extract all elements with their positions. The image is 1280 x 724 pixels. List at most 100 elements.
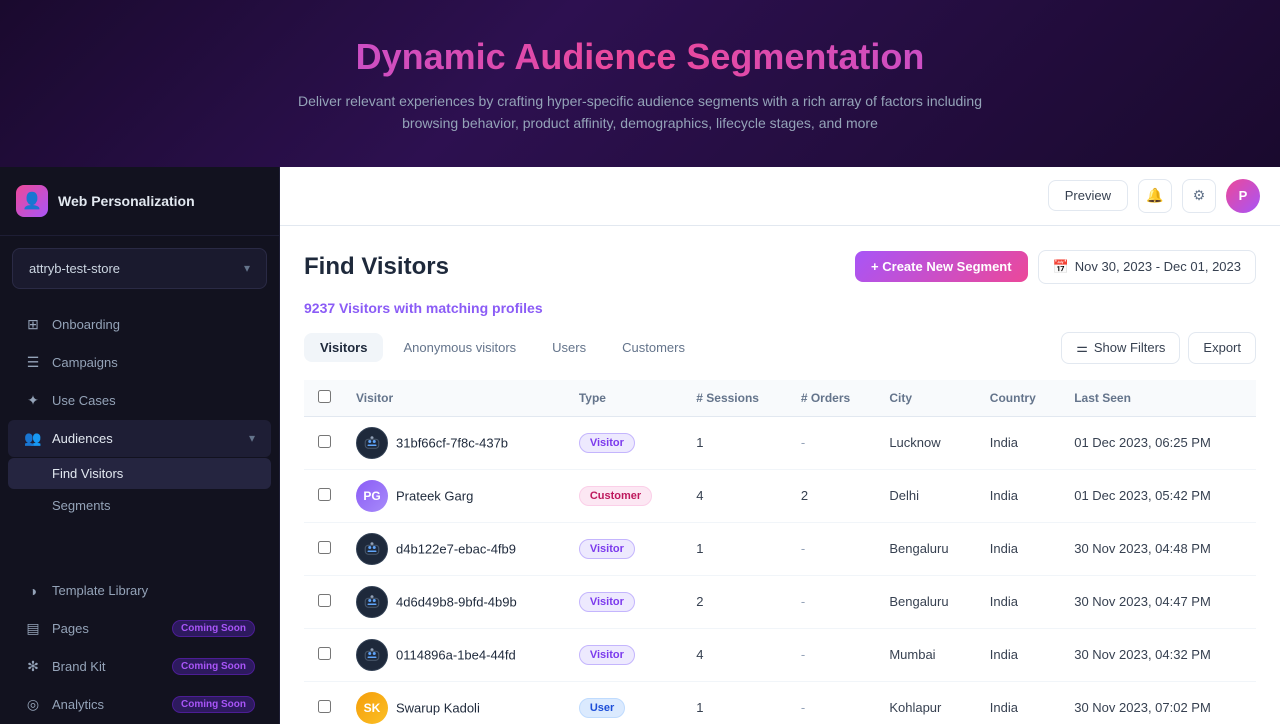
sidebar-item-brand-kit[interactable]: ✻ Brand Kit Coming Soon [8, 648, 271, 685]
template-icon: ◑ [24, 583, 42, 599]
type-cell: Visitor [567, 416, 684, 469]
sidebar-item-use-cases[interactable]: ✦ Use Cases [8, 382, 271, 419]
avatar[interactable]: P [1226, 179, 1260, 213]
sidebar-item-campaigns[interactable]: ☰ Campaigns [8, 344, 271, 381]
country-cell: India [978, 416, 1062, 469]
tabs-bar: Visitors Anonymous visitors Users Custom… [304, 332, 1256, 364]
visitor-avatar [356, 639, 388, 671]
date-range-label: Nov 30, 2023 - Dec 01, 2023 [1075, 259, 1241, 274]
row-checkbox[interactable] [318, 488, 331, 501]
tab-anonymous[interactable]: Anonymous visitors [387, 333, 532, 362]
main-content: Preview 🔔 ⚙ P Find Visitors + Create New… [280, 167, 1280, 724]
orders-header: # Orders [789, 380, 877, 417]
chevron-down-icon: ▾ [244, 261, 250, 275]
show-filters-label: Show Filters [1094, 340, 1166, 355]
row-checkbox[interactable] [318, 594, 331, 607]
last-seen-cell: 30 Nov 2023, 04:48 PM [1062, 522, 1256, 575]
sessions-cell: 1 [684, 416, 789, 469]
city-cell: Kohlapur [877, 681, 977, 724]
last-seen-cell: 01 Dec 2023, 06:25 PM [1062, 416, 1256, 469]
table-row: PGPrateek GargCustomer42DelhiIndia01 Dec… [304, 469, 1256, 522]
orders-cell: - [789, 416, 877, 469]
sidebar-brand: 👤 Web Personalization [0, 167, 279, 236]
tab-visitors[interactable]: Visitors [304, 333, 383, 362]
row-checkbox[interactable] [318, 647, 331, 660]
last-seen-cell: 30 Nov 2023, 07:02 PM [1062, 681, 1256, 724]
hero-subtitle: Deliver relevant experiences by crafting… [290, 90, 990, 135]
orders-cell: - [789, 681, 877, 724]
hero-section: Dynamic Audience Segmentation Deliver re… [0, 0, 1280, 167]
filter-icon: ⚌ [1076, 340, 1088, 356]
type-badge: Visitor [579, 645, 635, 665]
row-checkbox-cell [304, 628, 344, 681]
table-row: 0114896a-1be4-44fdVisitor4-MumbaiIndia30… [304, 628, 1256, 681]
sidebar-item-label: Analytics [52, 697, 104, 712]
type-header: Type [567, 380, 684, 417]
visitor-name: 4d6d49b8-9bfd-4b9b [396, 594, 517, 609]
pages-badge: Coming Soon [172, 620, 255, 637]
visitor-cell: SKSwarup Kadoli [344, 681, 567, 724]
sidebar-item-pages[interactable]: ▤ Pages Coming Soon [8, 610, 271, 647]
visitor-name: d4b122e7-ebac-4fb9 [396, 541, 516, 556]
last-seen-cell: 30 Nov 2023, 04:47 PM [1062, 575, 1256, 628]
tab-customers[interactable]: Customers [606, 333, 701, 362]
last-seen-cell: 30 Nov 2023, 04:32 PM [1062, 628, 1256, 681]
sidebar-item-find-visitors[interactable]: Find Visitors [8, 458, 271, 489]
store-selector[interactable]: attryb-test-store ▾ [12, 248, 267, 289]
row-checkbox[interactable] [318, 700, 331, 713]
page-content: Find Visitors + Create New Segment 📅 Nov… [280, 226, 1280, 724]
visitor-cell: PGPrateek Garg [344, 469, 567, 522]
sidebar-item-analytics[interactable]: ◎ Analytics Coming Soon [8, 686, 271, 723]
app-container: 👤 Web Personalization attryb-test-store … [0, 167, 1280, 724]
sessions-cell: 1 [684, 681, 789, 724]
date-range-button[interactable]: 📅 Nov 30, 2023 - Dec 01, 2023 [1038, 250, 1256, 284]
sidebar-item-template-library[interactable]: ◑ Template Library [8, 573, 271, 609]
select-all-header [304, 380, 344, 417]
preview-button[interactable]: Preview [1048, 180, 1128, 211]
city-header: City [877, 380, 977, 417]
visitor-name: 31bf66cf-7f8c-437b [396, 435, 508, 450]
export-button[interactable]: Export [1188, 332, 1256, 364]
row-checkbox-cell [304, 681, 344, 724]
create-segment-button[interactable]: + Create New Segment [855, 251, 1028, 282]
visitor-cell: 0114896a-1be4-44fd [344, 628, 567, 681]
sessions-cell: 2 [684, 575, 789, 628]
notifications-button[interactable]: 🔔 [1138, 179, 1172, 213]
sidebar-item-label: Pages [52, 621, 89, 636]
calendar-icon: 📅 [1053, 259, 1069, 275]
analytics-icon: ◎ [24, 696, 42, 713]
sidebar-item-audiences[interactable]: 👥 Audiences ▾ [8, 420, 271, 457]
sessions-cell: 4 [684, 469, 789, 522]
row-checkbox[interactable] [318, 435, 331, 448]
type-badge: Visitor [579, 433, 635, 453]
show-filters-button[interactable]: ⚌ Show Filters [1061, 332, 1180, 364]
analytics-badge: Coming Soon [172, 696, 255, 713]
row-checkbox-cell [304, 469, 344, 522]
gear-icon: ⚙ [1193, 187, 1206, 204]
sidebar-item-onboarding[interactable]: ⊞ Onboarding [8, 306, 271, 343]
brand-icon: ✻ [24, 658, 42, 675]
country-header: Country [978, 380, 1062, 417]
visitor-cell: 4d6d49b8-9bfd-4b9b [344, 575, 567, 628]
sidebar-item-label: Audiences [52, 431, 113, 446]
bell-icon: 🔔 [1146, 187, 1163, 204]
city-cell: Delhi [877, 469, 977, 522]
city-cell: Lucknow [877, 416, 977, 469]
orders-cell: - [789, 628, 877, 681]
collapse-icon: ▾ [249, 431, 255, 445]
select-all-checkbox[interactable] [318, 390, 331, 403]
type-badge: User [579, 698, 625, 718]
type-badge: Customer [579, 486, 652, 506]
tabs: Visitors Anonymous visitors Users Custom… [304, 333, 701, 362]
table-row: d4b122e7-ebac-4fb9Visitor1-BengaluruIndi… [304, 522, 1256, 575]
sidebar-item-label: Campaigns [52, 355, 118, 370]
tab-users[interactable]: Users [536, 333, 602, 362]
orders-cell: - [789, 522, 877, 575]
settings-button[interactable]: ⚙ [1182, 179, 1216, 213]
table-row: 4d6d49b8-9bfd-4b9bVisitor2-BengaluruIndi… [304, 575, 1256, 628]
list-icon: ☰ [24, 354, 42, 371]
row-checkbox[interactable] [318, 541, 331, 554]
sidebar-item-segments[interactable]: Segments [8, 490, 271, 521]
segments-label: Segments [52, 498, 111, 513]
row-checkbox-cell [304, 575, 344, 628]
